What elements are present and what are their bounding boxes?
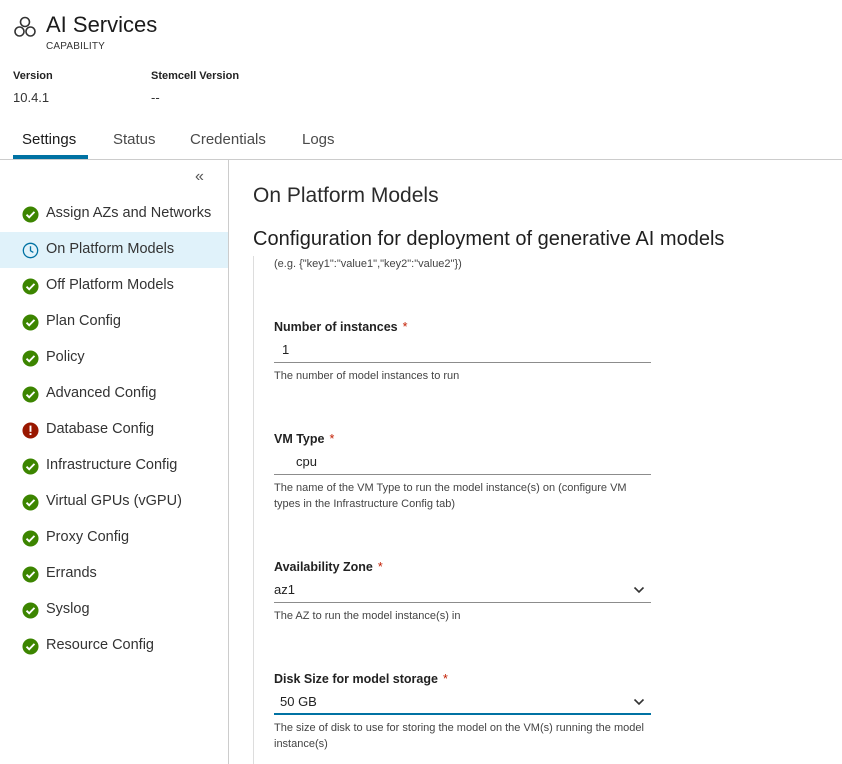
active-tab-indicator <box>13 155 88 159</box>
required-indicator: * <box>442 672 448 686</box>
disk-size-selected-value: 50 GB <box>280 694 317 709</box>
sidebar-item-plan-config[interactable]: Plan Config <box>0 304 228 340</box>
sidebar-item-errands[interactable]: Errands <box>0 556 228 592</box>
sidebar-item-resource-config[interactable]: Resource Config <box>0 628 228 664</box>
tab-logs[interactable]: Logs <box>302 131 335 158</box>
disk-size-label-text: Disk Size for model storage <box>274 672 438 686</box>
check-circle-icon <box>22 206 39 223</box>
vm-type-field-label: VM Type * <box>274 432 334 446</box>
version-label: Version <box>13 70 53 82</box>
required-indicator: * <box>329 432 335 446</box>
check-circle-icon <box>22 602 39 619</box>
az-selected-value: az1 <box>274 582 295 597</box>
instances-field-label: Number of instances * <box>274 320 408 334</box>
sidebar-item-label: Plan Config <box>46 313 121 329</box>
sidebar-item-database-config[interactable]: Database Config <box>0 412 228 448</box>
sidebar: « Assign AZs and Networks On Platform Mod… <box>0 160 229 764</box>
instances-hint: The number of model instances to run <box>274 370 460 382</box>
disk-size-hint: The size of disk to use for storing the … <box>274 722 644 750</box>
page-title: On Platform Models <box>253 184 439 207</box>
check-circle-icon <box>22 278 39 295</box>
vm-type-input[interactable]: cpu <box>274 449 651 475</box>
sidebar-item-label: Infrastructure Config <box>46 457 178 473</box>
exclamation-circle-icon <box>22 422 39 439</box>
check-circle-icon <box>22 458 39 475</box>
clock-icon <box>22 242 39 259</box>
sidebar-item-label: Resource Config <box>46 637 154 653</box>
sidebar-item-label: Advanced Config <box>46 385 157 401</box>
disk-size-field-label: Disk Size for model storage * <box>274 672 448 686</box>
sidebar-item-label: Syslog <box>46 601 90 617</box>
sidebar-item-label: On Platform Models <box>46 241 175 257</box>
az-label-text: Availability Zone <box>274 560 373 574</box>
check-circle-icon <box>22 314 39 331</box>
page-header: AI Services CAPABILITY Version 10.4.1 St… <box>0 0 842 160</box>
chevron-down-icon <box>633 586 645 594</box>
instances-label-text: Number of instances <box>274 320 398 334</box>
sidebar-item-on-platform-models[interactable]: On Platform Models <box>0 232 228 268</box>
stemcell-version-label: Stemcell Version <box>151 70 240 82</box>
check-circle-icon <box>22 530 39 547</box>
sidebar-item-label: Virtual GPUs (vGPU) <box>46 493 182 509</box>
disk-size-select[interactable]: 50 GB <box>274 689 651 715</box>
json-example-hint: (e.g. {"key1":"value1","key2":"value2"}) <box>274 258 462 270</box>
sidebar-item-policy[interactable]: Policy <box>0 340 228 376</box>
hexagon-cluster-icon <box>14 16 36 37</box>
sidebar-item-virtual-gpus-vgpu[interactable]: Virtual GPUs (vGPU) <box>0 484 228 520</box>
sidebar-item-proxy-config[interactable]: Proxy Config <box>0 520 228 556</box>
sidebar-item-label: Errands <box>46 565 97 581</box>
sidebar-item-label: Database Config <box>46 421 155 437</box>
az-hint: The AZ to run the model instance(s) in <box>274 610 461 622</box>
vm-type-hint: The name of the VM Type to run the model… <box>274 482 627 510</box>
collapse-sidebar-button[interactable]: « <box>195 168 204 186</box>
version-value: 10.4.1 <box>13 90 50 105</box>
required-indicator: * <box>377 560 383 574</box>
sidebar-item-label: Assign AZs and Networks <box>46 205 212 221</box>
az-field-label: Availability Zone * <box>274 560 383 574</box>
sidebar-item-advanced-config[interactable]: Advanced Config <box>0 376 228 412</box>
tab-credentials[interactable]: Credentials <box>190 131 266 158</box>
availability-zone-select[interactable]: az1 <box>274 577 651 603</box>
check-circle-icon <box>22 386 39 403</box>
sidebar-item-label: Proxy Config <box>46 529 130 545</box>
main-content: On Platform Models Configuration for dep… <box>229 160 842 764</box>
tab-status[interactable]: Status <box>113 131 156 158</box>
form-panel: (e.g. {"key1":"value1","key2":"value2"})… <box>253 256 842 764</box>
stemcell-version-value: -- <box>151 90 160 105</box>
app-subtitle: CAPABILITY <box>46 41 106 52</box>
check-circle-icon <box>22 638 39 655</box>
required-indicator: * <box>402 320 408 334</box>
sidebar-item-label: Policy <box>46 349 85 365</box>
instances-input[interactable]: 1 <box>274 337 651 363</box>
tab-bar: Settings Status Credentials Logs <box>0 124 842 160</box>
section-title: Configuration for deployment of generati… <box>253 228 725 250</box>
sidebar-item-infrastructure-config[interactable]: Infrastructure Config <box>0 448 228 484</box>
sidebar-item-assign-azs-and-networks[interactable]: Assign AZs and Networks <box>0 196 228 232</box>
vm-type-label-text: VM Type <box>274 432 325 446</box>
tab-settings[interactable]: Settings <box>22 131 76 158</box>
check-circle-icon <box>22 350 39 367</box>
chevron-down-icon <box>633 698 645 706</box>
sidebar-item-label: Off Platform Models <box>46 277 174 293</box>
app-title: AI Services <box>46 12 158 37</box>
sidebar-item-off-platform-models[interactable]: Off Platform Models <box>0 268 228 304</box>
check-circle-icon <box>22 566 39 583</box>
check-circle-icon <box>22 494 39 511</box>
sidebar-item-syslog[interactable]: Syslog <box>0 592 228 628</box>
